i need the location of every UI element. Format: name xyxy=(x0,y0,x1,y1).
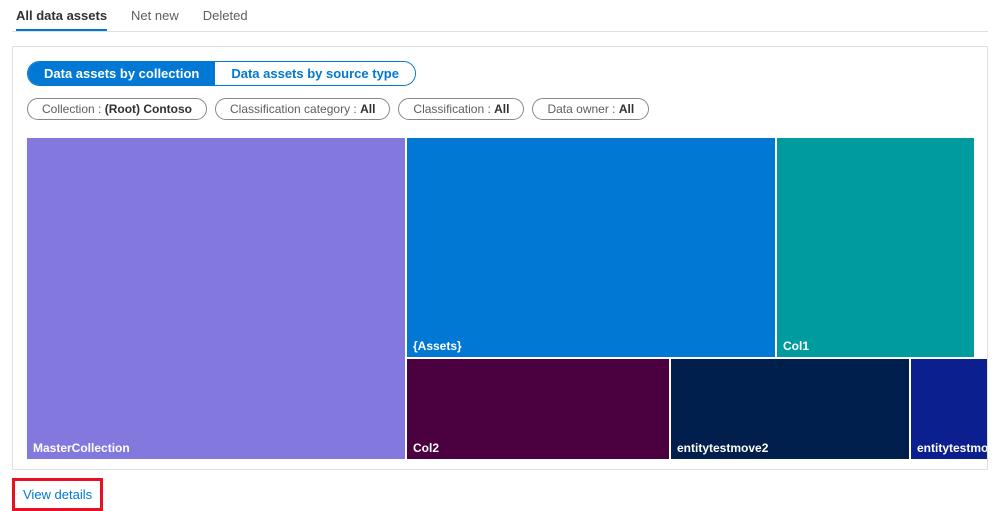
tile-label: Col1 xyxy=(783,339,809,353)
view-toggle: Data assets by collection Data assets by… xyxy=(27,61,416,86)
tile-label: {Assets} xyxy=(413,339,462,353)
filters-row: Collection : (Root) Contoso Classificati… xyxy=(27,98,973,120)
filter-classification-category[interactable]: Classification category : All xyxy=(215,98,390,120)
tab-net-new[interactable]: Net new xyxy=(131,0,179,31)
treemap-chart: MasterCollection {Assets} Col1 Col2 enti… xyxy=(27,138,987,459)
filter-owner-label: Data owner : xyxy=(547,102,618,116)
filter-class-label: Classification : xyxy=(413,102,494,116)
filter-data-owner[interactable]: Data owner : All xyxy=(532,98,649,120)
filter-classification[interactable]: Classification : All xyxy=(398,98,524,120)
main-panel: Data assets by collection Data assets by… xyxy=(12,46,988,470)
filter-collection[interactable]: Collection : (Root) Contoso xyxy=(27,98,207,120)
filter-owner-value: All xyxy=(619,102,634,116)
tile-label: MasterCollection xyxy=(33,441,130,455)
tile-label: entitytestmov... xyxy=(917,441,987,455)
toggle-by-source-type[interactable]: Data assets by source type xyxy=(215,62,415,85)
tab-deleted[interactable]: Deleted xyxy=(203,0,248,31)
filter-collection-value: (Root) Contoso xyxy=(105,102,192,116)
tab-all-data-assets[interactable]: All data assets xyxy=(16,0,107,31)
filter-collection-label: Collection : xyxy=(42,102,105,116)
filter-class-value: All xyxy=(494,102,509,116)
tile-entitytestmove2[interactable]: entitytestmove2 xyxy=(671,359,909,459)
tile-label: Col2 xyxy=(413,441,439,455)
filter-class-cat-label: Classification category : xyxy=(230,102,360,116)
tile-label: entitytestmove2 xyxy=(677,441,768,455)
tile-entitytestmov[interactable]: entitytestmov... xyxy=(911,359,987,459)
toggle-by-collection[interactable]: Data assets by collection xyxy=(28,62,215,85)
filter-class-cat-value: All xyxy=(360,102,375,116)
tabs-bar: All data assets Net new Deleted xyxy=(12,0,988,32)
tile-mastercollection[interactable]: MasterCollection xyxy=(27,138,405,459)
view-details-link[interactable]: View details xyxy=(12,478,103,511)
tile-col2[interactable]: Col2 xyxy=(407,359,669,459)
tile-col1[interactable]: Col1 xyxy=(777,138,974,357)
tile-assets[interactable]: {Assets} xyxy=(407,138,775,357)
